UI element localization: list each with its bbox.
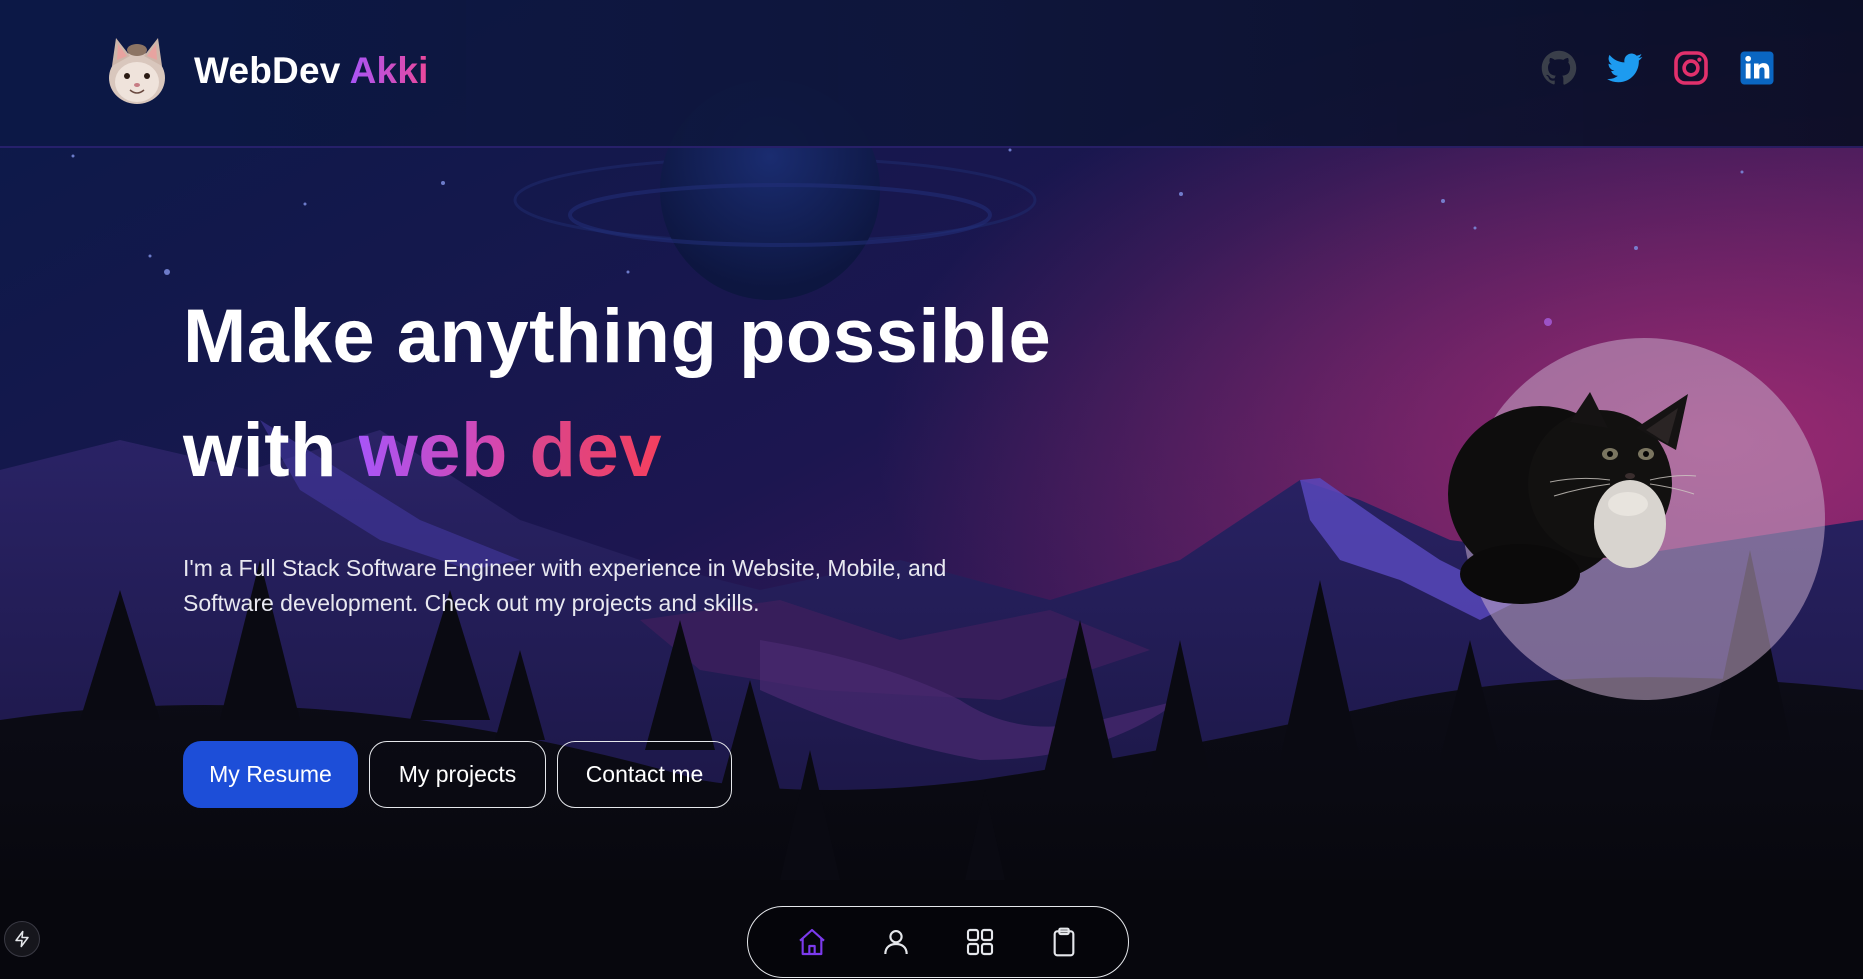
hero-title-line2-prefix: with	[183, 408, 337, 493]
user-icon[interactable]	[880, 926, 912, 958]
cat-portrait-image	[1448, 392, 1697, 604]
bolt-button[interactable]	[4, 921, 40, 957]
hero-description: I'm a Full Stack Software Engineer with …	[183, 555, 947, 616]
brand-name: WebDev Akki	[194, 50, 429, 92]
contact-button[interactable]: Contact me	[557, 741, 732, 808]
brand-name-accent: Akki	[349, 50, 429, 91]
hero-title-accent-web: web	[358, 408, 508, 493]
hero-title: Make anything possible with web dev	[183, 280, 1051, 508]
hero-title-accent-dev: dev	[529, 408, 662, 493]
grid-icon[interactable]	[964, 926, 996, 958]
twitter-icon[interactable]	[1607, 50, 1643, 86]
hero-actions: My Resume My projects Contact me	[183, 741, 732, 808]
brand[interactable]: WebDev Akki	[108, 36, 429, 106]
bolt-icon	[15, 930, 29, 948]
instagram-icon[interactable]	[1673, 50, 1709, 86]
cat-avatar-icon	[109, 38, 165, 104]
linkedin-icon[interactable]	[1739, 50, 1775, 86]
social-links	[1541, 50, 1775, 86]
site-header: WebDev Akki	[0, 0, 1863, 148]
github-icon[interactable]	[1541, 50, 1577, 86]
bottom-nav	[747, 906, 1129, 978]
resume-button[interactable]: My Resume	[183, 741, 358, 808]
hero-title-line1: Make anything possible	[183, 294, 1052, 379]
clipboard-icon[interactable]	[1048, 926, 1080, 958]
home-icon[interactable]	[796, 926, 828, 958]
brand-name-text: WebDev	[194, 50, 341, 91]
projects-button[interactable]: My projects	[369, 741, 546, 808]
page: WebDev Akki Make anything possible with …	[0, 0, 1863, 979]
